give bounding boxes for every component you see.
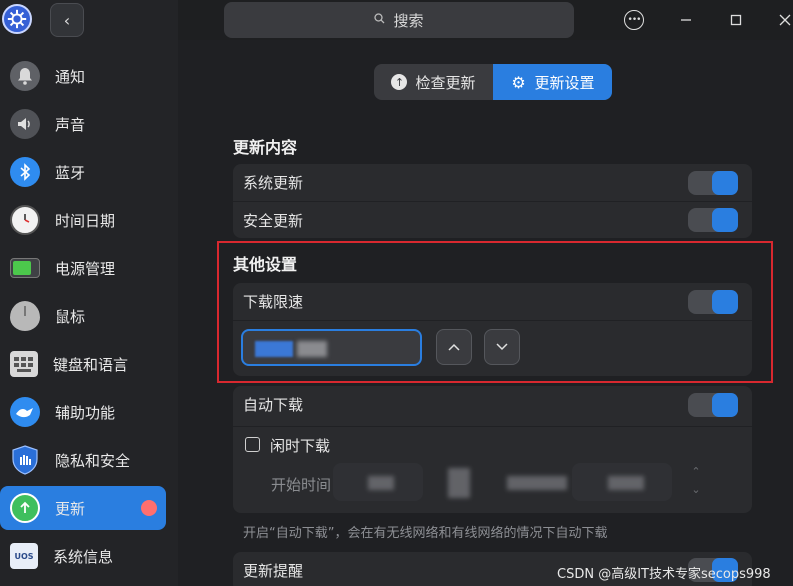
auto-download-row: 自动下载 — [233, 386, 752, 423]
chevron-left-icon: ‹ — [63, 10, 71, 30]
sidebar-item-label: 系统信息 — [53, 547, 114, 566]
sidebar-item-label: 通知 — [55, 67, 86, 86]
close-icon — [779, 14, 791, 26]
system-update-toggle[interactable] — [688, 170, 738, 195]
start-time-row: 开始时间 — [233, 464, 752, 504]
redacted-start-stepper — [448, 468, 470, 498]
redacted-start-hour — [368, 476, 394, 490]
minimize-button[interactable] — [674, 8, 698, 32]
maximize-button[interactable] — [724, 8, 748, 32]
bell-icon — [10, 61, 40, 91]
clock-icon — [10, 205, 40, 235]
search-input[interactable]: 搜索 — [224, 2, 574, 38]
idle-download-label: 闲时下载 — [270, 436, 331, 455]
chevron-up-icon: ⌃ — [691, 465, 701, 478]
sidebar-item-bluetooth[interactable]: 蓝牙 — [0, 150, 166, 194]
speaker-icon — [10, 109, 40, 139]
system-info-icon: UOS — [10, 543, 38, 569]
search-icon — [374, 13, 385, 27]
maximize-icon — [730, 14, 742, 26]
idle-download-row: 闲时下载 — [233, 426, 752, 463]
notification-badge — [141, 500, 157, 516]
security-update-label: 安全更新 — [243, 211, 304, 230]
main-menu-button[interactable]: ••• — [622, 8, 646, 32]
update-reminder-label: 更新提醒 — [243, 562, 304, 580]
settings-app-logo-icon — [2, 4, 32, 34]
system-update-row: 系统更新 — [233, 164, 752, 201]
auto-download-label: 自动下载 — [243, 396, 304, 414]
sidebar: 通知 声音 蓝牙 时间日期 电源管理 鼠标 键盘和语言 辅助功能 隐私和安全 更… — [0, 0, 178, 586]
idle-download-checkbox[interactable] — [245, 437, 260, 452]
redacted-end-time — [507, 476, 567, 490]
search-placeholder: 搜索 — [393, 11, 424, 30]
update-content-card: 系统更新 安全更新 — [233, 164, 752, 238]
security-update-row: 安全更新 — [233, 201, 752, 238]
auto-download-toggle[interactable] — [688, 392, 738, 417]
tab-label: 更新设置 — [534, 73, 595, 92]
battery-icon — [10, 258, 40, 278]
minimize-icon — [681, 19, 691, 21]
tab-update-settings[interactable]: ⚙ 更新设置 — [493, 64, 612, 100]
sidebar-item-power[interactable]: 电源管理 — [0, 246, 166, 290]
sidebar-item-label: 蓝牙 — [55, 163, 86, 182]
update-tabs: ↑ 检查更新 ⚙ 更新设置 — [374, 64, 612, 100]
sidebar-item-label: 隐私和安全 — [55, 451, 131, 470]
sidebar-item-sound[interactable]: 声音 — [0, 102, 166, 146]
sidebar-item-update[interactable]: 更新 — [0, 486, 166, 530]
update-icon — [10, 493, 40, 523]
sidebar-item-label: 更新 — [55, 499, 86, 518]
tab-check-update[interactable]: ↑ 检查更新 — [374, 64, 493, 100]
sidebar-item-label: 辅助功能 — [55, 403, 116, 422]
sidebar-item-keyboard-language[interactable]: 键盘和语言 — [0, 342, 166, 386]
gear-icon: ⚙ — [511, 72, 526, 92]
close-button[interactable] — [773, 8, 793, 32]
accessibility-icon — [10, 397, 40, 427]
sidebar-item-label: 时间日期 — [55, 211, 116, 230]
mouse-icon — [10, 301, 40, 331]
keyboard-icon — [10, 351, 38, 377]
auto-download-card: 自动下载 闲时下载 开始时间 — [233, 386, 752, 513]
section-title-update-content: 更新内容 — [233, 138, 298, 157]
bluetooth-icon — [10, 157, 40, 187]
sidebar-item-label: 鼠标 — [55, 307, 86, 326]
auto-download-hint: 开启“自动下载”，会在有无线网络和有线网络的情况下自动下载 — [243, 526, 608, 541]
start-time-label: 开始时间 — [271, 475, 332, 494]
sidebar-item-label: 声音 — [55, 115, 86, 134]
arrow-up-circle-icon: ↑ — [391, 74, 408, 90]
sidebar-item-mouse[interactable]: 鼠标 — [0, 294, 166, 338]
tab-label: 检查更新 — [415, 73, 476, 92]
back-button[interactable]: ‹ — [50, 3, 84, 37]
redacted-end-minute — [608, 476, 644, 490]
sidebar-item-date-time[interactable]: 时间日期 — [0, 198, 166, 242]
watermark: CSDN @高级IT技术专家secops998 — [557, 567, 771, 582]
highlight-annotation-box — [217, 241, 773, 383]
security-update-toggle[interactable] — [688, 208, 738, 232]
chevron-down-icon: ⌄ — [691, 483, 701, 496]
sidebar-item-system-info[interactable]: UOS 系统信息 — [0, 534, 166, 578]
sidebar-item-notifications[interactable]: 通知 — [0, 54, 166, 98]
system-update-label: 系统更新 — [243, 174, 304, 192]
sidebar-item-label: 电源管理 — [55, 259, 116, 278]
sidebar-item-label: 键盘和语言 — [53, 355, 129, 374]
sidebar-item-privacy-security[interactable]: 隐私和安全 — [0, 438, 166, 482]
end-time-stepper: ⌃ ⌄ — [684, 463, 708, 501]
shield-icon — [10, 445, 40, 475]
sidebar-item-accessibility[interactable]: 辅助功能 — [0, 390, 166, 434]
more-icon: ••• — [624, 10, 644, 30]
